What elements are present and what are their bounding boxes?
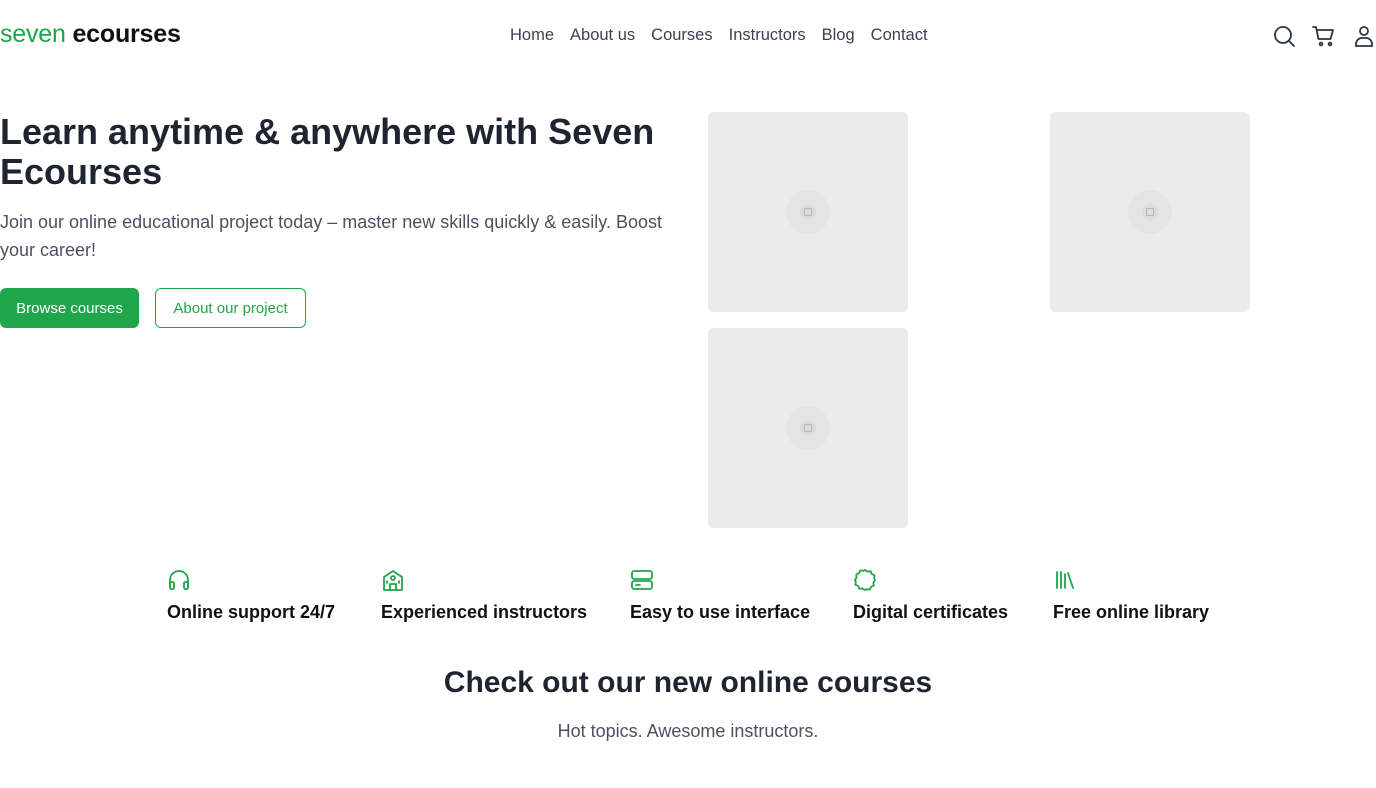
brand-name-part1: seven <box>0 20 66 48</box>
feature-label: Digital certificates <box>853 602 1009 622</box>
headphones-icon <box>167 568 191 592</box>
header-actions <box>1272 24 1376 48</box>
feature-label: Online support 24/7 <box>167 602 336 622</box>
nav-instructors[interactable]: Instructors <box>729 26 806 45</box>
hero-image-placeholder-2 <box>1050 112 1250 312</box>
browse-courses-button[interactable]: Browse courses <box>0 288 139 328</box>
image-icon <box>804 208 812 216</box>
feature-label: Experienced instructors <box>381 602 588 622</box>
about-project-button[interactable]: About our project <box>155 288 306 328</box>
courses-section-title: Check out our new online courses <box>443 666 933 699</box>
main-nav: Home About us Courses Instructors Blog C… <box>510 26 928 45</box>
feature-free-library: Free online library <box>1053 568 1209 623</box>
image-icon <box>1146 208 1154 216</box>
image-icon <box>804 424 812 432</box>
hero-title: Learn anytime & anywhere with Seven Ecou… <box>0 111 655 192</box>
user-icon[interactable] <box>1352 24 1376 48</box>
cart-icon[interactable] <box>1312 24 1336 48</box>
site-header: seven ecourses Home About us Courses Ins… <box>0 0 1376 72</box>
feature-easy-interface: Easy to use interface <box>630 568 810 623</box>
nav-contact[interactable]: Contact <box>871 26 928 45</box>
interface-icon <box>630 568 654 592</box>
hero-subtitle: Join our online educational project toda… <box>0 212 663 260</box>
feature-experienced-instructors: Experienced instructors <box>381 568 587 623</box>
courses-section-subtitle: Hot topics. Awesome instructors. <box>557 721 819 741</box>
hero-image-placeholder-3 <box>708 328 908 528</box>
feature-online-support: Online support 24/7 <box>167 568 335 623</box>
school-building-icon <box>381 568 405 592</box>
nav-courses[interactable]: Courses <box>651 26 712 45</box>
hero-image-placeholder-1 <box>708 112 908 312</box>
feature-label: Free online library <box>1053 602 1210 622</box>
certificate-icon <box>853 568 877 592</box>
nav-blog[interactable]: Blog <box>822 26 855 45</box>
feature-label: Easy to use interface <box>630 602 811 622</box>
brand-logo[interactable]: seven ecourses <box>0 20 181 49</box>
library-icon <box>1053 568 1077 592</box>
search-icon[interactable] <box>1272 24 1296 48</box>
nav-home[interactable]: Home <box>510 26 554 45</box>
brand-name-part2: ecourses <box>72 20 181 48</box>
nav-about-us[interactable]: About us <box>570 26 635 45</box>
feature-digital-certificates: Digital certificates <box>853 568 1008 623</box>
